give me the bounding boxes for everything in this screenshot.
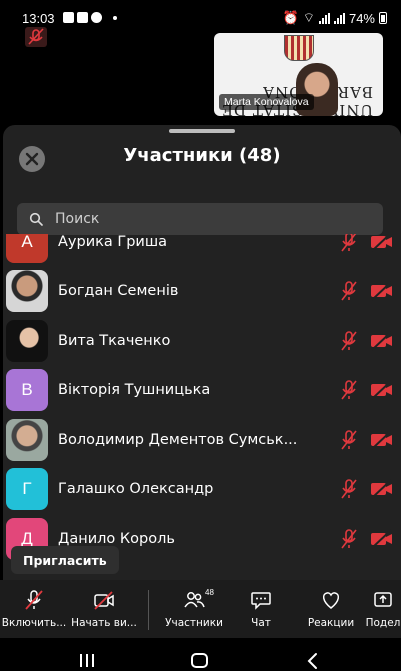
participants-list[interactable]: А Аурика Гриша Богдан Семенів Вита Ткаченко…	[3, 234, 401, 580]
video-off-icon	[371, 380, 392, 400]
sheet-drag-handle[interactable]	[169, 129, 235, 133]
notification-icons	[63, 12, 117, 23]
heart-icon	[322, 592, 340, 609]
participant-row[interactable]: В Вікторія Тушницька	[3, 366, 401, 415]
system-status: ⏰ ⌔ 74%	[283, 10, 387, 26]
participants-button[interactable]: 48 Участники	[163, 580, 225, 638]
participants-sheet: Участники (48) А Аурика Гриша Богдан Семен…	[3, 125, 401, 580]
video-off-icon	[371, 429, 392, 450]
status-time: 13:03	[22, 11, 55, 26]
gallery-notification-icon	[77, 12, 88, 23]
participant-name: Аурика Гриша	[58, 234, 168, 250]
video-off-icon	[94, 591, 114, 610]
participant-row[interactable]: Володимир Дементов Сумськ...	[3, 415, 401, 464]
unmute-label: Включить...	[1, 617, 67, 629]
speaker-name: Marta Konovalova	[219, 94, 314, 110]
search-input[interactable]	[55, 211, 355, 227]
participant-name: Вікторія Тушницька	[58, 382, 211, 398]
more-notifications-dot-icon	[113, 15, 117, 20]
share-label: Подел	[365, 617, 401, 629]
start-video-label: Начать ви...	[71, 617, 137, 629]
participant-row[interactable]: А Аурика Гриша	[3, 234, 401, 266]
back-button[interactable]	[304, 652, 322, 670]
video-off-icon	[371, 330, 392, 351]
mic-muted-icon	[341, 234, 356, 251]
active-speaker-video[interactable]: UNIVERSITAT DE BARCELONA Marta Konovalov…	[214, 33, 383, 116]
reactions-label: Реакции	[307, 617, 355, 629]
search-bar[interactable]	[17, 203, 383, 235]
mic-muted-icon	[28, 28, 44, 45]
chat-icon	[251, 592, 271, 610]
mic-muted-icon	[341, 429, 357, 449]
participant-name: Богдан Семенів	[58, 283, 179, 299]
avatar	[6, 319, 48, 362]
video-off-icon	[371, 234, 392, 252]
battery-percent: 74%	[348, 10, 375, 26]
meeting-toolbar: Включить... Начать ви... 48 Участники Ча…	[0, 580, 401, 638]
video-off-icon	[371, 479, 392, 499]
video-off-icon	[371, 281, 392, 301]
mic-muted-icon	[25, 590, 43, 610]
share-screen-icon	[374, 592, 392, 607]
self-muted-indicator	[25, 27, 47, 47]
search-icon	[29, 212, 43, 226]
sheet-title: Участники (48)	[123, 145, 281, 166]
alarm-icon: ⏰	[282, 10, 299, 25]
participant-name: Володимир Дементов Сумськ...	[58, 431, 298, 448]
recent-apps-button[interactable]	[80, 654, 94, 667]
start-video-button[interactable]: Начать ви...	[70, 580, 138, 638]
facebook-notification-icon	[91, 12, 102, 23]
participants-icon	[184, 592, 205, 608]
invite-button[interactable]: Пригласить	[11, 546, 119, 574]
mic-muted-icon	[341, 479, 357, 499]
university-crest	[284, 35, 314, 61]
signal-2-icon	[333, 12, 345, 24]
unmute-button[interactable]: Включить...	[2, 580, 66, 638]
participant-name: Галашко Олександр	[58, 481, 214, 497]
home-button[interactable]	[191, 653, 208, 668]
avatar: А	[6, 234, 48, 263]
share-button[interactable]: Подел	[365, 580, 401, 638]
participant-row[interactable]: Богдан Семенів	[3, 267, 401, 316]
avatar: В	[6, 369, 48, 411]
battery-icon	[379, 12, 387, 24]
chat-button[interactable]: Чат	[244, 580, 278, 638]
avatar: Г	[6, 468, 48, 510]
wifi-icon: ⌔	[302, 10, 315, 25]
participant-name: Вита Ткаченко	[58, 332, 171, 349]
mic-muted-icon	[341, 330, 357, 350]
video-off-icon	[371, 528, 392, 549]
mic-muted-icon	[341, 281, 357, 301]
participant-row[interactable]: Вита Ткаченко	[3, 316, 401, 365]
participant-row[interactable]: Г Галашко Олександр	[3, 465, 401, 514]
reactions-button[interactable]: Реакции	[305, 580, 357, 638]
participants-count-badge: 48	[205, 588, 214, 597]
toolbar-divider	[148, 590, 149, 630]
avatar	[6, 418, 48, 461]
chat-label: Чат	[251, 617, 271, 629]
status-bar: 13:03 ⏰ ⌔ 74%	[0, 0, 401, 34]
participants-label: Участники	[165, 617, 223, 629]
mic-muted-icon	[341, 528, 357, 548]
signal-icon	[318, 12, 330, 24]
participant-name: Данило Король	[58, 530, 175, 547]
mic-muted-icon	[341, 380, 357, 400]
avatar	[6, 270, 48, 312]
app-notification-icon	[63, 12, 74, 23]
system-nav-bar	[0, 638, 401, 671]
